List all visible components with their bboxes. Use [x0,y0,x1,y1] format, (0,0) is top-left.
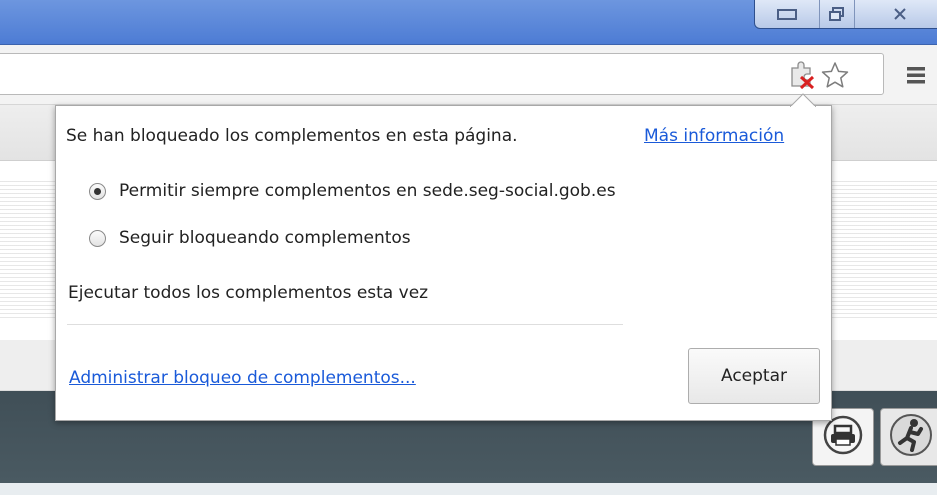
accept-button[interactable]: Aceptar [688,348,820,404]
blocked-message: Se han bloqueado los complementos en est… [66,126,518,146]
bubble-arrow [789,92,817,108]
keep-blocking-option[interactable]: Seguir bloqueando complementos [89,226,411,250]
more-info-link[interactable]: Más información [644,126,784,146]
plugin-blocked-icon[interactable] [788,60,816,90]
print-icon [823,415,863,459]
restore-icon[interactable] [820,0,855,28]
allow-always-option[interactable]: Permitir siempre complementos en sede.se… [89,179,616,203]
radio-keep-blocking[interactable] [89,229,106,247]
menu-icon[interactable] [904,62,930,88]
bookmark-star-icon[interactable] [820,60,850,90]
radio-allow-always[interactable] [89,182,106,200]
keep-blocking-label: Seguir bloqueando complementos [119,228,411,248]
exit-button[interactable] [880,408,937,466]
window-controls [754,0,937,29]
allow-always-label: Permitir siempre complementos en sede.se… [119,181,616,201]
run-all-plugins-link[interactable]: Ejecutar todos los complementos esta vez [68,283,428,303]
manage-plugin-blocking-link[interactable]: Administrar bloqueo de complementos... [69,368,416,388]
page-bottom-strip [0,483,937,495]
address-bar[interactable] [0,53,884,95]
minimize-icon[interactable] [755,0,820,28]
exit-icon [889,413,933,461]
separator [67,324,623,325]
close-icon[interactable] [855,0,937,28]
